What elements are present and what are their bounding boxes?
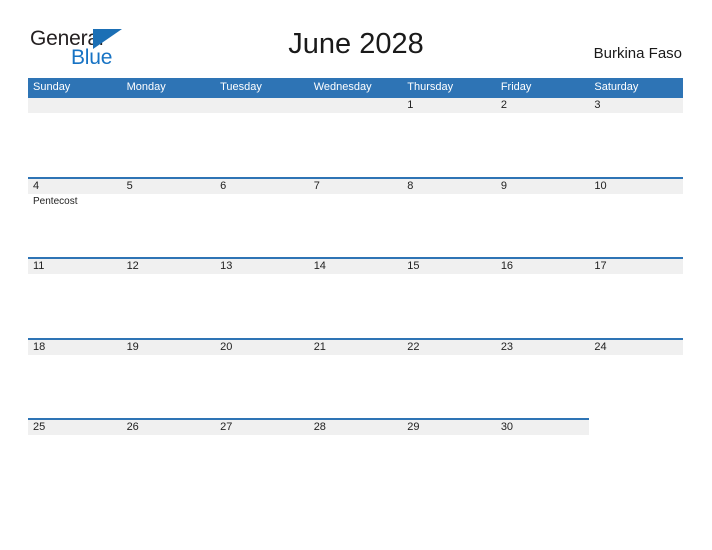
day-cell[interactable]: 1 (402, 96, 496, 177)
page-header: General Blue June 2028 Burkina Faso (0, 0, 712, 68)
day-cell[interactable]: 28 (309, 418, 403, 499)
day-number: 30 (500, 421, 514, 433)
day-number: 25 (33, 421, 46, 433)
day-cell[interactable]: 13 (215, 257, 309, 338)
day-cell[interactable]: 21 (309, 338, 403, 419)
day-cell[interactable]: 27 (215, 418, 309, 499)
day-cell[interactable] (28, 96, 122, 177)
day-cell[interactable]: 4 Pentecost (28, 177, 122, 258)
calendar-grid: Sunday Monday Tuesday Wednesday Thursday… (28, 78, 683, 499)
day-cell[interactable]: 20 (215, 338, 309, 419)
day-cell[interactable]: 14 (309, 257, 403, 338)
day-number: 3 (594, 99, 601, 111)
day-number: 18 (33, 340, 46, 353)
day-number: 7 (313, 179, 320, 192)
day-number: 20 (220, 340, 233, 353)
day-cell[interactable]: 29 (402, 418, 496, 499)
day-cell[interactable]: 16 (496, 257, 590, 338)
day-cell[interactable]: 22 (402, 338, 496, 419)
day-number: 1 (407, 99, 414, 111)
day-cell[interactable]: 5 (122, 177, 216, 258)
dow-sunday: Sunday (33, 81, 71, 93)
day-cell[interactable]: 15 (402, 257, 496, 338)
day-cell[interactable]: 9 (496, 177, 590, 258)
day-cell[interactable] (215, 96, 309, 177)
day-number: 17 (594, 260, 607, 272)
day-number: 11 (33, 260, 45, 272)
calendar-week-row: 4 Pentecost 5 6 7 8 9 10 (28, 176, 683, 258)
day-of-week-header: Sunday Monday Tuesday Wednesday Thursday… (28, 78, 683, 96)
day-cell[interactable]: 17 (589, 257, 683, 338)
day-cell[interactable]: 3 (589, 96, 683, 177)
day-cell[interactable]: 30 (496, 418, 590, 499)
day-number: 22 (407, 340, 420, 353)
day-number: 10 (594, 179, 607, 192)
day-cell[interactable]: 6 (215, 177, 309, 258)
day-number: 2 (500, 99, 507, 111)
day-number: 14 (313, 260, 326, 272)
day-number: 8 (407, 179, 414, 192)
day-cell[interactable]: 24 (589, 338, 683, 419)
day-number: 26 (126, 421, 139, 433)
day-cell[interactable]: 12 (122, 257, 216, 338)
day-cell[interactable]: 18 (28, 338, 122, 419)
day-cell[interactable]: 11 (28, 257, 122, 338)
calendar-week-row: 1 2 3 (28, 96, 683, 177)
day-number: 23 (500, 340, 514, 353)
day-number: 6 (220, 179, 227, 192)
day-number: 15 (407, 260, 420, 272)
day-number: 5 (126, 179, 133, 192)
day-number: 16 (500, 260, 514, 272)
day-number: 9 (500, 179, 507, 192)
dow-monday: Monday (126, 81, 166, 93)
day-cell[interactable] (122, 96, 216, 177)
country-label: Burkina Faso (593, 45, 682, 62)
day-number: 12 (126, 260, 139, 272)
day-cell[interactable]: 23 (496, 338, 590, 419)
day-cell[interactable] (309, 96, 403, 177)
day-number: 19 (126, 340, 139, 353)
day-number: 24 (594, 340, 607, 353)
day-number: 21 (313, 340, 326, 353)
day-cell[interactable] (589, 418, 683, 499)
day-cell[interactable]: 19 (122, 338, 216, 419)
day-event: Pentecost (33, 195, 78, 207)
day-number: 28 (313, 421, 326, 433)
calendar-week-row: 25 26 27 28 29 30 (28, 418, 683, 499)
dow-saturday: Saturday (594, 81, 639, 93)
day-cell[interactable]: 10 (589, 177, 683, 258)
dow-wednesday: Wednesday (313, 81, 372, 93)
day-cell[interactable]: 26 (122, 418, 216, 499)
day-cell[interactable]: 2 (496, 96, 590, 177)
calendar-week-row: 11 12 13 14 15 16 17 (28, 257, 683, 338)
day-number: 4 (33, 179, 40, 192)
day-number: 27 (220, 421, 233, 433)
dow-friday: Friday (500, 81, 532, 93)
dow-tuesday: Tuesday (220, 81, 262, 93)
day-cell[interactable]: 7 (309, 177, 403, 258)
day-cell[interactable]: 25 (28, 418, 122, 499)
day-number: 13 (220, 260, 233, 272)
dow-thursday: Thursday (407, 81, 454, 93)
day-cell[interactable]: 8 (402, 177, 496, 258)
day-number: 29 (407, 421, 420, 433)
calendar-week-row: 18 19 20 21 22 23 24 (28, 337, 683, 419)
